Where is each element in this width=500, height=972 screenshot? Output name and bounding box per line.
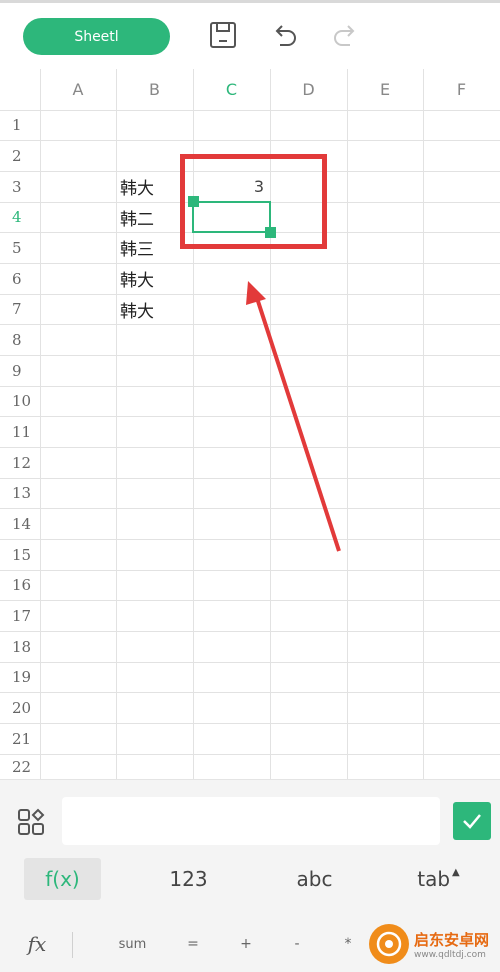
spreadsheet-grid[interactable]: A B C D E F 1 2 3 4 5 6 7 8 9 10 11 12 1…: [0, 69, 500, 779]
function-row: fx sum = + - * 启东安卓网 www.qdltdj.com: [0, 916, 500, 972]
fx-button[interactable]: fx: [15, 916, 59, 972]
equals-button[interactable]: =: [180, 916, 206, 972]
tab-letters[interactable]: abc: [276, 858, 353, 900]
tab-fx[interactable]: f(x): [24, 858, 101, 900]
grid-icon[interactable]: [17, 808, 45, 836]
tab-tab-label: tab: [417, 867, 451, 891]
save-icon[interactable]: [208, 20, 238, 50]
watermark-url: www.qdltdj.com: [414, 949, 486, 960]
tab-tab[interactable]: tab ▲: [400, 858, 477, 900]
sheet-tab[interactable]: Sheetl: [23, 18, 170, 55]
star-button[interactable]: *: [335, 916, 361, 972]
check-icon[interactable]: [453, 802, 491, 840]
formula-input[interactable]: [62, 797, 440, 845]
watermark: 启东安卓网 www.qdltdj.com: [365, 916, 500, 972]
divider: [72, 932, 73, 958]
tab-numbers[interactable]: 123: [150, 858, 227, 900]
arrow-up-icon: ▲: [452, 866, 460, 878]
sum-button[interactable]: sum: [110, 916, 155, 972]
watermark-logo-icon: [369, 924, 409, 964]
undo-icon[interactable]: [270, 20, 300, 50]
redo-icon[interactable]: [330, 20, 360, 50]
minus-button[interactable]: -: [284, 916, 310, 972]
annotation-arrow: [246, 281, 341, 552]
watermark-title: 启东安卓网: [414, 930, 490, 949]
top-toolbar: Sheetl: [0, 3, 500, 69]
plus-button[interactable]: +: [233, 916, 259, 972]
formula-input-bar: [0, 779, 500, 854]
keyboard-tabs: f(x) 123 abc tab ▲: [0, 854, 500, 916]
